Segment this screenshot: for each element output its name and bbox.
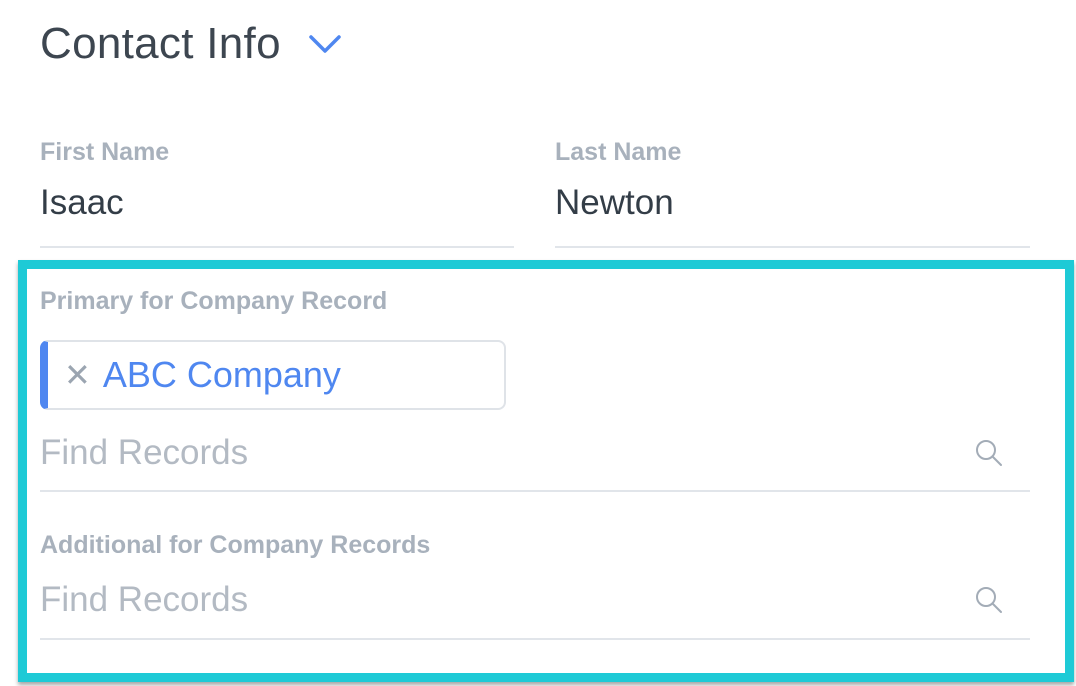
contact-info-panel: Contact Info First Name Isaac Last Name … [0, 0, 1076, 686]
additional-companies-search-input[interactable] [40, 580, 940, 620]
additional-companies-search[interactable] [40, 577, 1030, 623]
last-name-label: Last Name [555, 138, 682, 166]
section-header[interactable]: Contact Info [40, 16, 343, 72]
last-name-field[interactable]: Last Name Newton [555, 138, 1030, 223]
company-tag-label[interactable]: ABC Company [103, 354, 341, 396]
primary-company-search[interactable] [40, 430, 1030, 476]
primary-company-search-underline [40, 490, 1030, 492]
first-name-label: First Name [40, 138, 170, 166]
last-name-underline [555, 246, 1030, 248]
search-icon[interactable] [974, 585, 1004, 615]
last-name-value[interactable]: Newton [555, 183, 1030, 223]
additional-companies-label: Additional for Company Records [40, 531, 431, 559]
search-icon[interactable] [974, 438, 1004, 468]
section-title: Contact Info [40, 19, 281, 68]
primary-company-search-input[interactable] [40, 433, 940, 473]
first-name-field[interactable]: First Name Isaac [40, 138, 514, 223]
close-icon[interactable]: ✕ [64, 359, 91, 391]
first-name-value[interactable]: Isaac [40, 183, 514, 223]
primary-company-label: Primary for Company Record [40, 287, 388, 315]
chevron-down-icon[interactable] [307, 32, 343, 56]
primary-company-field: Primary for Company Record [40, 287, 387, 316]
additional-companies-field: Additional for Company Records [40, 531, 430, 560]
first-name-underline [40, 246, 514, 248]
additional-companies-search-underline [40, 638, 1030, 640]
company-tag[interactable]: ✕ ABC Company [40, 340, 506, 410]
